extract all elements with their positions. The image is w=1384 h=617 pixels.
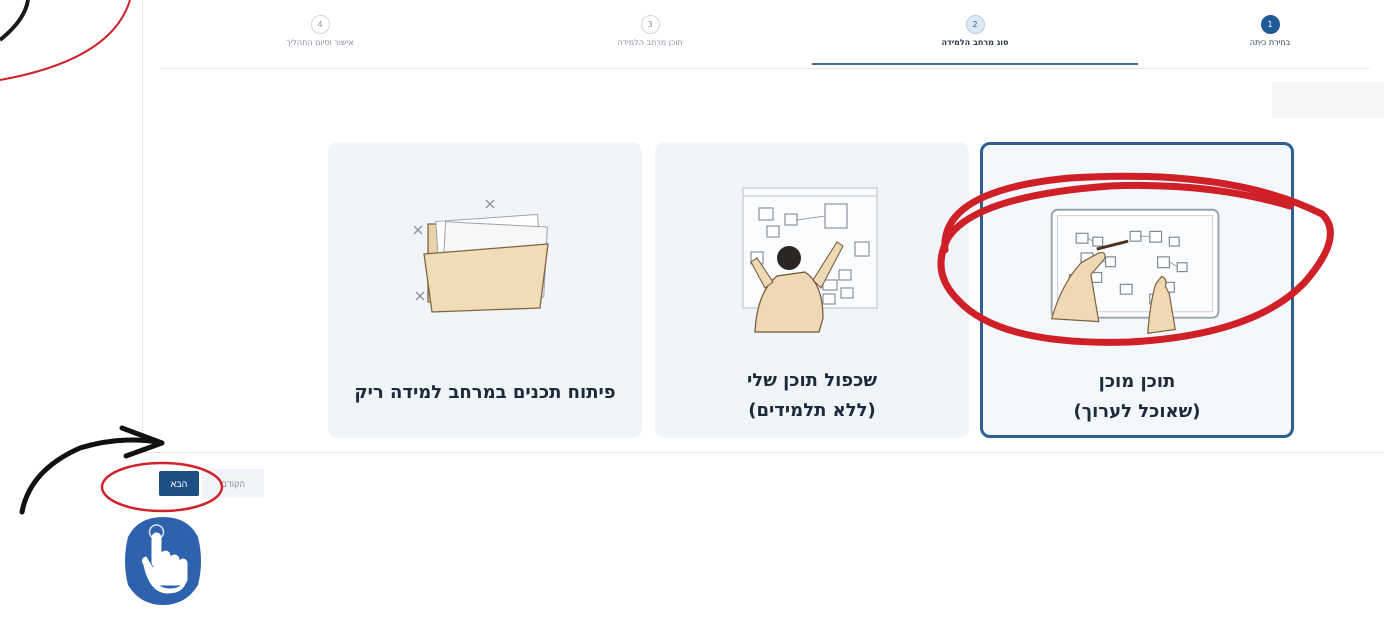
card-ready-content-title-2: (שאוכל לערוך) [1073,401,1201,422]
card-duplicate-content-title-2: (ללא תלמידים) [748,400,876,421]
side-panel-box [1272,82,1384,118]
next-button[interactable]: הבא [159,471,199,496]
annotation-arrow [19,437,161,515]
whiteboard-illustration [1050,208,1220,335]
content-bottom-divider [142,452,1384,453]
step-2-label: סוג מרחב הלמידה [941,38,1009,47]
card-duplicate-content[interactable]: שכפול תוכן שלי (ללא תלמידים) [655,142,969,438]
left-divider [142,0,143,452]
step-4-number: 4 [310,15,330,34]
card-empty-space[interactable]: פיתוח תכנים במרחב למידה ריק [328,142,642,438]
step-2[interactable]: 2 סוג מרחב הלמידה [875,12,1075,47]
prev-button[interactable]: הקודם [202,469,264,498]
hand-pointer-icon [125,517,201,605]
card-ready-content-title-1: תוכן מוכן [1098,371,1176,392]
card-empty-space-title: פיתוח תכנים במרחב למידה ריק [354,382,616,403]
step-4-label: אישור וסיום התהליך [286,38,354,47]
step-3-number: 3 [640,15,660,34]
step-2-number: 2 [965,15,985,34]
annotation-black-mark [0,0,30,42]
step-3[interactable]: 3 תוכן מרחב הלמידה [550,12,750,47]
step-1[interactable]: 1 בחירת כיתה [1170,12,1370,47]
wizard-stepper: 1 בחירת כיתה 2 סוג מרחב הלמידה 3 תוכן מר… [160,0,1370,69]
person-board-illustration [742,187,878,333]
card-ready-content[interactable]: תוכן מוכן (שאוכל לערוך) [980,142,1294,438]
card-duplicate-content-title-1: שכפול תוכן שלי [747,370,877,391]
folder-icon [413,199,549,313]
step-4[interactable]: 4 אישור וסיום התהליך [220,12,420,47]
annotation-red-arc [0,0,131,81]
step-1-number: 1 [1260,15,1280,34]
step-3-label: תוכן מרחב הלמידה [617,38,683,47]
step-1-label: בחירת כיתה [1249,38,1291,47]
active-step-underline [812,63,1138,65]
